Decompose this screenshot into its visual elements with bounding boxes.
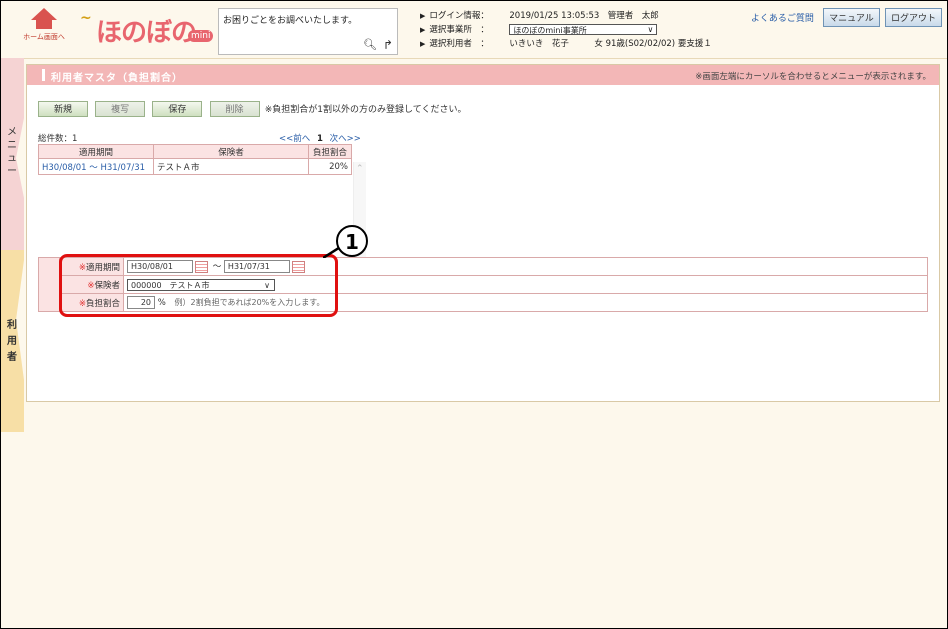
ratio-cell: 20% — [308, 158, 352, 175]
login-value: 2019/01/25 13:05:53 管理者 太郎 — [509, 11, 659, 21]
insurer-cell: テストＡ市 — [153, 158, 309, 175]
user-label: 選択利用者 ： — [429, 39, 489, 49]
bullet-icon: ▶ — [420, 12, 426, 20]
home-label: ホーム画面へ — [23, 33, 65, 41]
period-cell[interactable]: H30/08/01 ～ H31/07/31 — [38, 158, 154, 175]
session-info: ▶ ログイン情報： 2019/01/25 13:05:53 管理者 太郎 ▶ 選択事業… — [420, 9, 712, 51]
home-button[interactable]: ホーム画面へ — [20, 8, 68, 48]
user-value: いきいき 花子 女 91歳(S02/02/02) 要支援１ — [509, 39, 712, 49]
menu-side-tab[interactable]: メニュー — [0, 58, 24, 250]
form-gutter — [38, 257, 60, 312]
top-links: よくあるご質問 マニュアル ログアウト — [751, 8, 942, 27]
pager-next-link[interactable]: 次へ>> — [330, 134, 361, 144]
app-logo: ~ ほのぼの mini — [78, 10, 214, 50]
help-search-box[interactable]: お困りごとをお調べいたします。 🔍︎ ↱ — [218, 8, 398, 55]
house-icon — [31, 8, 57, 20]
pager-prev-link[interactable]: <<前へ — [279, 134, 310, 144]
scroll-up-icon[interactable]: ⌃ — [356, 164, 364, 174]
page-title: 利用者マスタ（負担割合） — [51, 73, 183, 84]
pager-current: 1 — [316, 134, 323, 144]
login-label: ログイン情報： — [429, 11, 489, 21]
office-value: ほのぼのmini事業所 — [513, 26, 587, 35]
user-tab-label: 利用者 — [7, 320, 17, 363]
title-accent — [42, 69, 45, 81]
ratio-list-table: 適用期間 保険者 負担割合 H30/08/01 ～ H31/07/31 テストＡ… — [38, 144, 352, 175]
office-label: 選択事業所 ： — [429, 25, 489, 35]
help-search-input[interactable]: お困りごとをお調べいたします。 — [223, 13, 357, 26]
menu-tab-label: メニュー — [7, 127, 17, 177]
logo-badge: mini — [188, 30, 214, 42]
copy-button[interactable]: 複写 — [95, 101, 146, 117]
button-note: ※負担割合が1割以外の方のみ登録してください。 — [264, 105, 467, 115]
callout-number-badge: 1 — [336, 225, 368, 257]
office-select[interactable]: ほのぼのmini事業所 ∨ — [509, 24, 658, 35]
user-side-tab[interactable]: 利用者 — [0, 250, 24, 432]
bullet-icon: ▶ — [420, 26, 426, 34]
pager: <<前へ 1 次へ>> — [279, 132, 361, 144]
manual-button[interactable]: マニュアル — [823, 8, 880, 27]
house-body — [36, 20, 52, 29]
column-header: 適用期間 — [38, 144, 154, 159]
go-arrow-icon[interactable]: ↱ — [383, 38, 393, 52]
column-header: 保険者 — [153, 144, 309, 159]
delete-button[interactable]: 削除 — [209, 101, 260, 117]
logo-mark-icon: ~ — [80, 10, 92, 26]
header-bar: ホーム画面へ ~ ほのぼの mini お困りごとをお調べいたします。 🔍︎ ↱ … — [0, 0, 948, 59]
callout-highlight — [59, 254, 338, 317]
total-count: 総件数：1 — [38, 134, 78, 144]
column-header: 負担割合 — [308, 144, 352, 159]
logo-text: ほのぼの — [96, 18, 197, 48]
bullet-icon: ▶ — [420, 40, 426, 48]
table-row[interactable]: H30/08/01 ～ H31/07/31 テストＡ市 20% — [38, 158, 352, 175]
logout-button[interactable]: ログアウト — [884, 8, 942, 27]
hover-note: ※画面左端にカーソルを合わせるとメニューが表示されます。 — [695, 72, 931, 82]
main-panel: 利用者マスタ（負担割合） ※画面左端にカーソルを合わせるとメニューが表示されます… — [26, 64, 940, 402]
tab-notch — [16, 118, 24, 198]
search-icon[interactable]: 🔍︎ — [363, 38, 377, 51]
table-header-row: 適用期間 保険者 負担割合 — [38, 144, 352, 159]
chevron-down-icon: ∨ — [647, 25, 654, 34]
save-button[interactable]: 保存 — [152, 101, 203, 117]
faq-link[interactable]: よくあるご質問 — [751, 11, 814, 24]
new-button[interactable]: 新規 — [38, 101, 88, 117]
page-title-bar: 利用者マスタ（負担割合） ※画面左端にカーソルを合わせるとメニューが表示されます… — [27, 65, 939, 85]
action-toolbar: 新規 複写 保存 削除 ※負担割合が1割以外の方のみ登録してください。 — [38, 101, 466, 117]
